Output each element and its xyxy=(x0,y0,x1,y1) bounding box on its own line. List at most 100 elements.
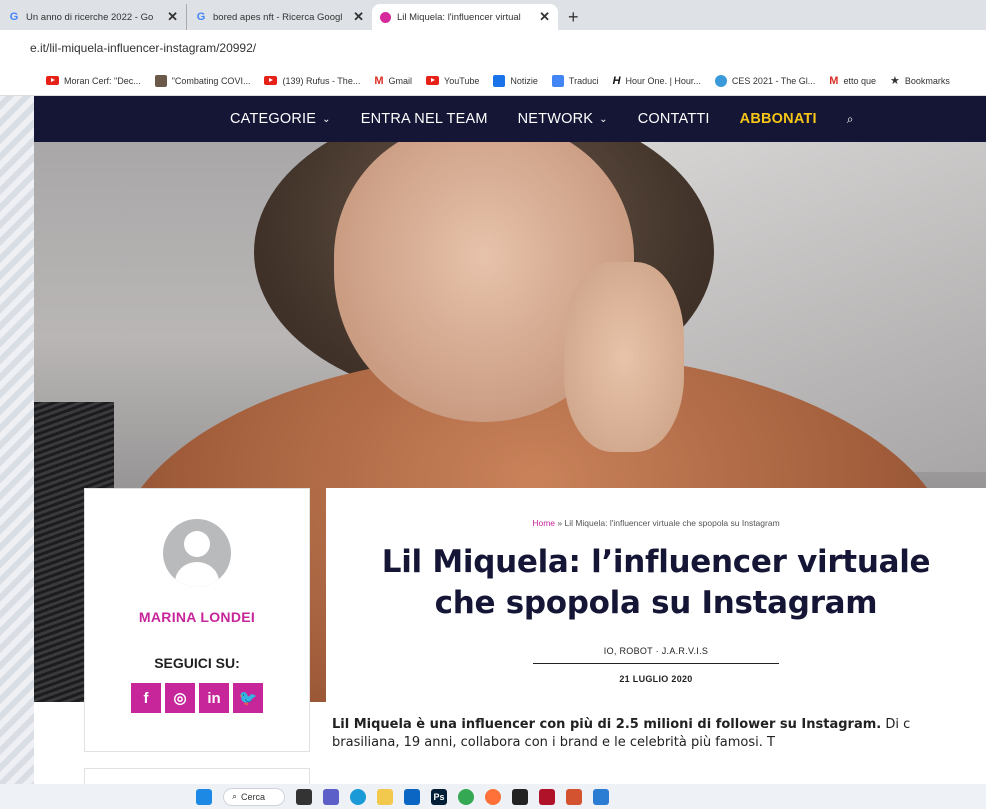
bookmark-item[interactable]: (139) Rufus - The... xyxy=(264,76,360,86)
bookmark-label: Gmail xyxy=(388,75,413,86)
file-explorer-icon[interactable] xyxy=(377,788,393,805)
bookmark-item[interactable]: "Combating COVI... xyxy=(154,74,251,87)
browser-tab-bar: G Un anno di ricerche 2022 - Go ✕ G bore… xyxy=(0,0,986,30)
close-icon[interactable]: ✕ xyxy=(167,9,178,25)
nav-label: CONTATTI xyxy=(637,111,710,127)
article-categories[interactable]: IO, ROBOT · J.A.R.V.I.S xyxy=(326,646,986,656)
tab-title: bored apes nft - Ricerca Googl xyxy=(213,11,343,23)
bookmark-label: (139) Rufus - The... xyxy=(282,75,361,86)
breadcrumb: Home » Lil Miquela: l'influencer virtual… xyxy=(326,518,986,528)
nav-contatti[interactable]: CONTATTI xyxy=(638,111,710,127)
article-content: Home » Lil Miquela: l'influencer virtual… xyxy=(326,488,986,784)
bookmark-item[interactable]: H Hour One. | Hour... xyxy=(613,75,701,87)
bookmark-label: Traduci xyxy=(568,75,599,86)
bookmark-item[interactable]: Metto que xyxy=(829,75,876,87)
desktop-background xyxy=(0,0,34,809)
bookmark-label: "Combating COVI... xyxy=(171,75,251,86)
powerpoint-icon[interactable] xyxy=(566,788,582,805)
nav-abbonati[interactable]: ABBONATI xyxy=(740,111,817,127)
bookmark-item[interactable]: Moran Cerf: "Dec... xyxy=(46,76,141,86)
lead-text: brasiliana, 19 anni, collabora con i bra… xyxy=(332,735,775,750)
photoshop-icon[interactable]: Ps xyxy=(431,788,447,805)
article-lead: Lil Miquela è una influencer con più di … xyxy=(326,716,936,752)
nav-label: ABBONATI xyxy=(739,111,817,127)
task-view-icon[interactable] xyxy=(296,788,312,805)
bookmark-item[interactable]: ★ Bookmarks xyxy=(890,74,950,87)
tab-title: Un anno di ricerche 2022 - Go xyxy=(26,11,154,23)
taskbar-search-label: Cerca xyxy=(241,791,266,802)
hero-hand xyxy=(564,262,684,452)
author-box: MARINA LONDEI SEGUICI SU: f ◎ in 🐦 xyxy=(84,488,310,752)
bookmark-label: Hour One. | Hour... xyxy=(625,75,701,86)
social-links: f ◎ in 🐦 xyxy=(131,683,263,713)
nav-network[interactable]: NETWORK ⌄ xyxy=(518,111,608,127)
nav-categorie[interactable]: CATEGORIE ⌄ xyxy=(230,111,331,127)
close-icon[interactable]: ✕ xyxy=(353,9,364,25)
taskbar-search[interactable]: ⌕ Cerca xyxy=(223,787,285,806)
follow-label: SEGUICI SU: xyxy=(154,655,240,671)
star-icon: ★ xyxy=(890,75,900,87)
mail-icon[interactable] xyxy=(404,788,420,805)
filezilla-icon[interactable] xyxy=(539,788,555,805)
facebook-icon[interactable]: f xyxy=(131,683,161,713)
web-page: CATEGORIE ⌄ ENTRA NEL TEAM NETWORK ⌄ CONTA… xyxy=(34,96,986,784)
url-text: e.it/lil-miquela-influencer-instagram/20… xyxy=(30,41,257,55)
edge-icon[interactable] xyxy=(350,788,366,805)
teams-icon[interactable] xyxy=(323,788,339,805)
avatar-head xyxy=(184,531,210,557)
bookmark-label: etto que xyxy=(843,75,876,86)
twitter-icon[interactable]: 🐦 xyxy=(233,683,263,713)
close-icon[interactable]: ✕ xyxy=(539,9,550,25)
lead-bold: Lil Miquela è una influencer con più di … xyxy=(332,717,882,732)
word-icon[interactable] xyxy=(593,788,609,805)
site-favicon-icon xyxy=(380,11,391,23)
news-icon xyxy=(493,74,506,87)
breadcrumb-current: Lil Miquela: l'influencer virtuale che s… xyxy=(564,518,780,528)
title-line: che spopola su Instagram xyxy=(434,585,878,621)
nav-label: ENTRA NEL TEAM xyxy=(360,111,488,127)
new-tab-button[interactable]: + xyxy=(558,4,589,30)
youtube-icon xyxy=(426,76,440,85)
windows-start-icon[interactable] xyxy=(196,788,212,805)
translate-icon xyxy=(551,74,564,87)
bookmark-label: Bookmarks xyxy=(904,75,950,86)
bookmark-label: CES 2021 - The Gl... xyxy=(731,75,816,86)
bookmarks-bar: Moran Cerf: "Dec... "Combating COVI... (… xyxy=(0,66,986,96)
avatar-body xyxy=(175,562,219,587)
address-bar[interactable]: e.it/lil-miquela-influencer-instagram/20… xyxy=(0,30,986,66)
chevron-down-icon: ⌄ xyxy=(599,113,608,125)
bookmark-item[interactable]: M Gmail xyxy=(374,75,412,87)
nav-entra-nel-team[interactable]: ENTRA NEL TEAM xyxy=(361,111,488,127)
gmail-icon: M xyxy=(374,74,384,87)
search-icon[interactable]: ⌕ xyxy=(847,112,854,127)
bookmark-label: Moran Cerf: "Dec... xyxy=(64,75,141,86)
bookmark-label: YouTube xyxy=(444,75,480,86)
bookmark-item[interactable]: CES 2021 - The Gl... xyxy=(714,74,816,87)
google-icon: G xyxy=(196,11,206,23)
site-navbar: CATEGORIE ⌄ ENTRA NEL TEAM NETWORK ⌄ CONTA… xyxy=(34,96,986,142)
ces-icon xyxy=(714,74,727,87)
firefox-icon[interactable] xyxy=(485,788,501,805)
chrome-icon[interactable] xyxy=(458,788,474,805)
hourone-icon: H xyxy=(612,74,621,87)
windows-taskbar: ⌕ Cerca Ps xyxy=(0,784,986,809)
title-line: Lil Miquela: l’influencer virtuale xyxy=(381,544,931,580)
nav-label: CATEGORIE xyxy=(230,111,317,127)
breadcrumb-home[interactable]: Home xyxy=(532,518,555,528)
instagram-icon[interactable]: ◎ xyxy=(165,683,195,713)
nav-label: NETWORK xyxy=(517,111,594,127)
divider xyxy=(533,663,779,664)
tab-bored-apes[interactable]: G bored apes nft - Ricerca Googl ✕ xyxy=(186,4,372,30)
bookmark-item[interactable]: Notizie xyxy=(493,74,538,87)
sidebar-box xyxy=(84,768,310,784)
tab-lil-miquela[interactable]: Lil Miquela: l'influencer virtual ✕ xyxy=(372,4,558,30)
tab-search-history[interactable]: G Un anno di ricerche 2022 - Go ✕ xyxy=(0,4,186,30)
bookmark-item[interactable]: YouTube xyxy=(426,76,479,86)
bookmark-item[interactable]: Traduci xyxy=(551,74,599,87)
lead-text: Di c xyxy=(881,717,911,732)
thumbnail-icon xyxy=(154,74,167,87)
avatar[interactable] xyxy=(163,519,231,587)
linkedin-icon[interactable]: in xyxy=(199,683,229,713)
terminal-icon[interactable] xyxy=(512,788,528,805)
author-name[interactable]: MARINA LONDEI xyxy=(139,609,255,625)
